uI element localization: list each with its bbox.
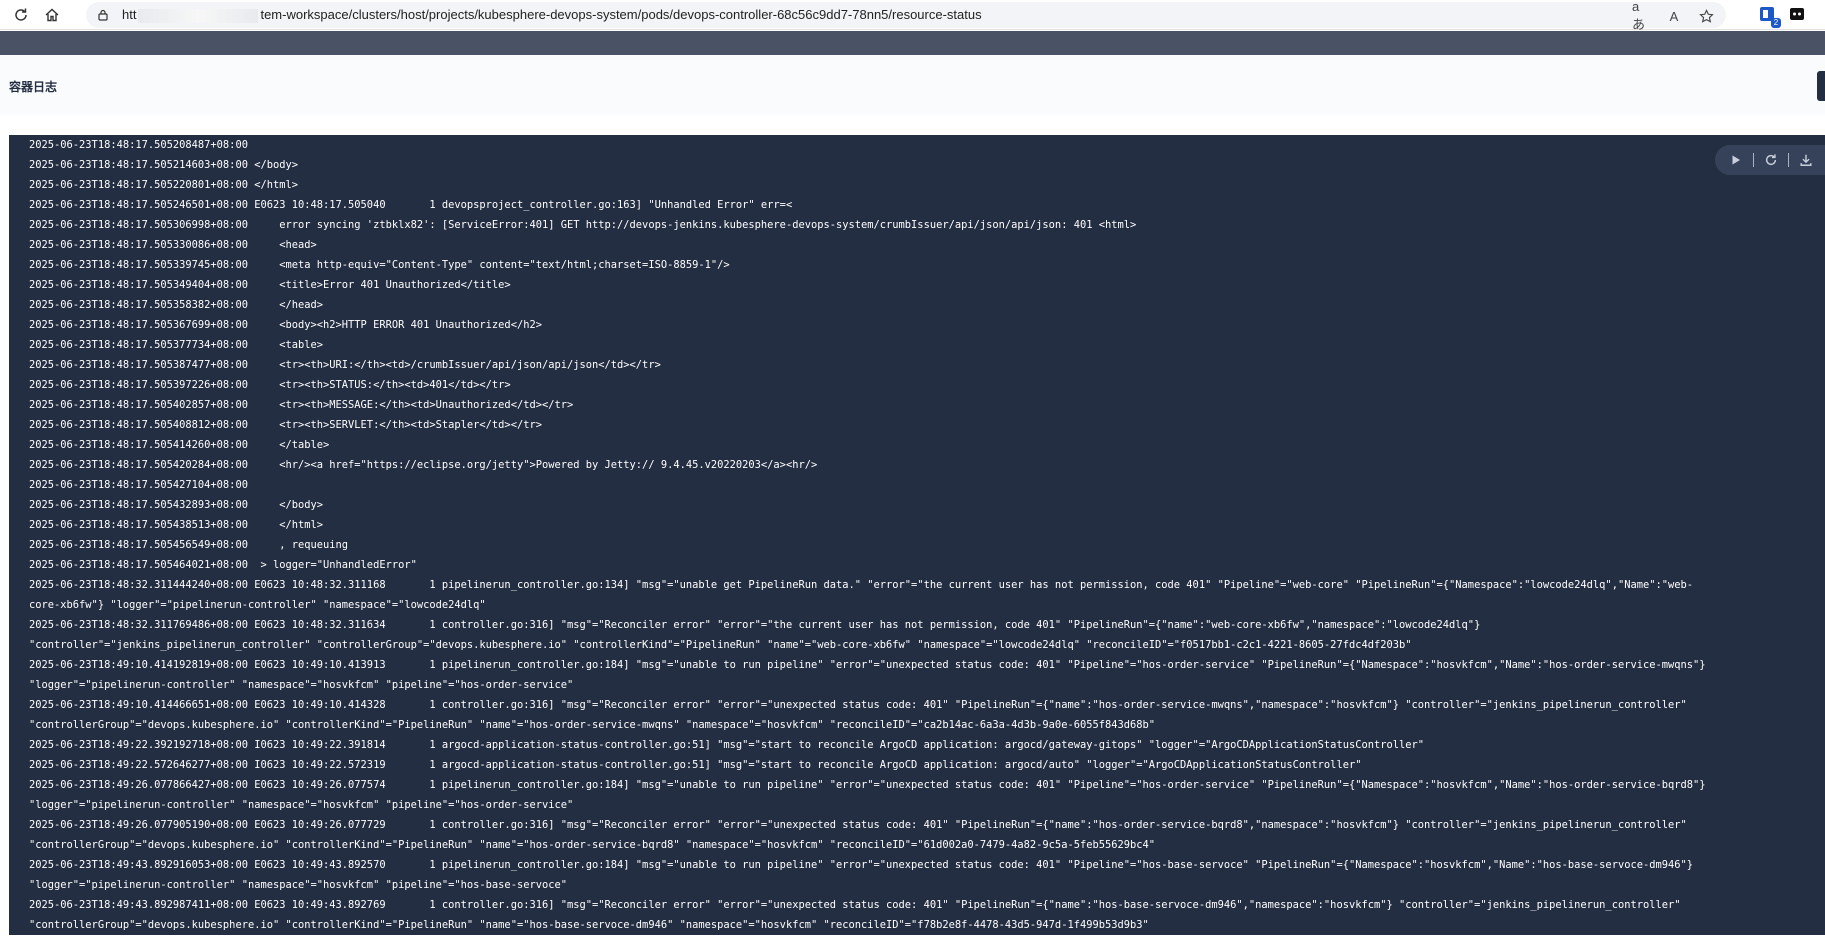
toolbar-divider <box>1753 153 1754 167</box>
log-line: 2025-06-23T18:48:17.505339745+08:00 <met… <box>29 259 730 271</box>
log-line: 2025-06-23T18:48:17.505397226+08:00 <tr>… <box>29 379 511 391</box>
log-line: 2025-06-23T18:48:17.505208487+08:00 <box>29 139 248 151</box>
log-line: "controllerGroup"="devops.kubesphere.io"… <box>29 719 1156 731</box>
log-line: "controller"="jenkins_pipelinerun_contro… <box>29 639 1412 651</box>
log-line: 2025-06-23T18:48:17.505330086+08:00 <hea… <box>29 239 317 251</box>
extensions-area: 2 <box>1757 4 1807 28</box>
log-line: 2025-06-23T18:48:17.505246501+08:00 E062… <box>29 199 793 211</box>
log-line: 2025-06-23T18:48:17.505408812+08:00 <tr>… <box>29 419 542 431</box>
app-header-strip <box>0 31 1825 55</box>
log-line: 2025-06-23T18:49:22.392192718+08:00 I062… <box>29 739 1425 751</box>
log-line: 2025-06-23T18:48:17.505414260+08:00 </ta… <box>29 439 330 451</box>
toolbar-divider <box>1788 153 1789 167</box>
log-toolbar <box>1715 145 1825 175</box>
section-header: 容器日志 <box>0 55 1825 115</box>
log-line: "controllerGroup"="devops.kubesphere.io"… <box>29 919 1149 931</box>
log-line: 2025-06-23T18:49:10.414466651+08:00 E062… <box>29 699 1687 711</box>
log-line: core-xb6fw"} "logger"="pipelinerun-contr… <box>29 599 486 611</box>
log-line: 2025-06-23T18:48:32.311769486+08:00 E062… <box>29 619 1481 631</box>
header-action-button[interactable] <box>1817 71 1825 101</box>
star-icon[interactable] <box>1696 6 1716 26</box>
extension-badge: 2 <box>1771 18 1781 28</box>
url-text: htt tem-workspace/clusters/host/projects/… <box>122 7 982 23</box>
extension-icon[interactable]: 2 <box>1757 4 1781 28</box>
log-line: 2025-06-23T18:48:17.505432893+08:00 </bo… <box>29 499 324 511</box>
home-icon[interactable] <box>41 4 63 26</box>
log-line: 2025-06-23T18:48:17.505377734+08:00 <tab… <box>29 339 324 351</box>
page-title: 容器日志 <box>9 80 58 94</box>
log-line: 2025-06-23T18:48:17.505420284+08:00 <hr/… <box>29 459 818 471</box>
log-line: "controllerGroup"="devops.kubesphere.io"… <box>29 839 1156 851</box>
browser-toolbar: htt tem-workspace/clusters/host/projects/… <box>0 0 1825 32</box>
log-line: 2025-06-23T18:49:10.414192819+08:00 E062… <box>29 659 1706 671</box>
log-line: "logger"="pipelinerun-controller" "names… <box>29 879 567 891</box>
immersive-reader-icon[interactable]: A <box>1664 6 1684 26</box>
url-suffix: tem-workspace/clusters/host/projects/kub… <box>260 7 982 23</box>
log-line: 2025-06-23T18:48:17.505402857+08:00 <tr>… <box>29 399 574 411</box>
log-lines: 2025-06-23T18:48:17.505208487+08:00 2025-… <box>29 135 1815 935</box>
log-line: 2025-06-23T18:48:17.505456549+08:00 , re… <box>29 539 349 551</box>
log-panel[interactable]: 2025-06-23T18:48:17.505208487+08:00 2025-… <box>9 135 1825 935</box>
url-prefix: htt <box>122 7 137 23</box>
log-line: 2025-06-23T18:48:17.505427104+08:00 <box>29 479 248 491</box>
log-line: 2025-06-23T18:48:17.505306998+08:00 erro… <box>29 219 1137 231</box>
download-icon[interactable] <box>1797 151 1815 169</box>
log-line: 2025-06-23T18:48:17.505349404+08:00 <tit… <box>29 279 511 291</box>
url-redacted <box>138 8 259 23</box>
play-icon[interactable] <box>1727 151 1745 169</box>
log-line: 2025-06-23T18:48:17.505387477+08:00 <tr>… <box>29 359 661 371</box>
refresh-icon[interactable] <box>1762 151 1780 169</box>
log-line: 2025-06-23T18:48:17.505367699+08:00 <bod… <box>29 319 542 331</box>
log-line: 2025-06-23T18:49:43.892987411+08:00 E062… <box>29 899 1681 911</box>
address-bar[interactable]: htt tem-workspace/clusters/host/projects/… <box>86 0 1726 32</box>
log-line: 2025-06-23T18:48:17.505464021+08:00 > lo… <box>29 559 417 571</box>
log-line: 2025-06-23T18:48:17.505438513+08:00 </ht… <box>29 519 324 531</box>
log-line: "logger"="pipelinerun-controller" "names… <box>29 679 574 691</box>
log-line: 2025-06-23T18:48:17.505358382+08:00 </he… <box>29 299 324 311</box>
address-bar-actions: aあ A <box>1632 0 1716 32</box>
log-line: 2025-06-23T18:48:17.505214603+08:00 </bo… <box>29 159 298 171</box>
log-line: 2025-06-23T18:49:22.572646277+08:00 I062… <box>29 759 1362 771</box>
log-line: 2025-06-23T18:49:26.077905190+08:00 E062… <box>29 819 1687 831</box>
log-line: 2025-06-23T18:49:43.892916053+08:00 E062… <box>29 859 1694 871</box>
reload-icon[interactable] <box>10 4 32 26</box>
extension-app-icon[interactable] <box>1787 4 1807 24</box>
lock-icon[interactable] <box>96 8 110 22</box>
log-line: 2025-06-23T18:48:32.311444240+08:00 E062… <box>29 579 1694 591</box>
read-aloud-icon[interactable]: aあ <box>1632 0 1652 32</box>
log-line: 2025-06-23T18:49:26.077866427+08:00 E062… <box>29 779 1706 791</box>
log-line: 2025-06-23T18:48:17.505220801+08:00 </ht… <box>29 179 298 191</box>
log-line: "logger"="pipelinerun-controller" "names… <box>29 799 574 811</box>
